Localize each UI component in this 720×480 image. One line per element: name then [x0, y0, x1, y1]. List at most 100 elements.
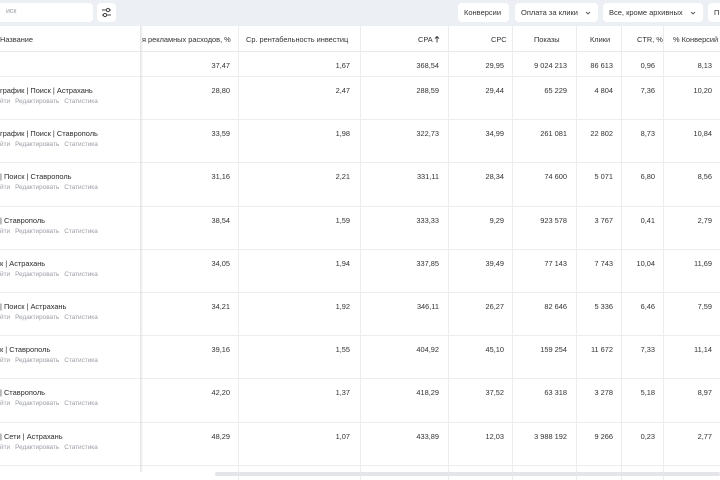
- column-header-avg-roi[interactable]: Ср. рентабельность инвестиц: [246, 35, 348, 44]
- table-row: график | Поиск | Астрахань йти Редактирова…: [0, 77, 720, 121]
- cell-ad-spend-share: 33,59: [211, 129, 231, 139]
- campaign-name-link[interactable]: | Ставрополь: [0, 216, 45, 225]
- status-filter-dropdown[interactable]: Все, кроме архивных: [603, 3, 703, 22]
- edit-link[interactable]: Редактировать: [15, 400, 59, 407]
- cell-impressions: 77 143: [544, 258, 567, 268]
- cell-clicks: 22 802: [590, 129, 613, 139]
- cell-ad-spend-share: 38,54: [211, 215, 231, 225]
- cell-avg-roi: 2,21: [335, 172, 350, 182]
- column-header-conversion-rate[interactable]: % Конверсий: [673, 35, 718, 44]
- row-actions: йти Редактировать Статистика: [0, 228, 103, 235]
- status-filter-label: Все, кроме архивных: [609, 8, 683, 17]
- campaign-name-link[interactable]: | Поиск | Астрахань: [0, 302, 66, 311]
- column-header-impressions[interactable]: Показы: [534, 35, 560, 44]
- column-header-cpc[interactable]: CPC: [491, 35, 507, 44]
- edit-link[interactable]: Редактировать: [15, 228, 59, 235]
- cell-avg-roi: 1,98: [335, 129, 350, 139]
- chevron-down-icon: [690, 11, 696, 15]
- campaign-name-link[interactable]: график | Поиск | Ставрополь: [0, 129, 98, 138]
- cell-avg-roi: 1,92: [335, 302, 350, 311]
- campaign-name-link[interactable]: график | Поиск | Астрахань: [0, 86, 93, 95]
- campaign-name-link[interactable]: к | Астрахань: [0, 259, 45, 268]
- column-header-cpa[interactable]: CPA: [418, 35, 440, 44]
- cell-avg-roi: 2,47: [335, 86, 350, 95]
- column-header-ctr[interactable]: CTR, %: [637, 35, 663, 44]
- cell-clicks: 86 613: [590, 61, 613, 70]
- cell-ad-spend-share: 34,21: [211, 302, 231, 311]
- column-header-name[interactable]: Название: [0, 35, 33, 44]
- horizontal-scrollbar[interactable]: [215, 472, 720, 476]
- cell-conversion-rate: 11,14: [694, 345, 712, 355]
- edit-link[interactable]: Редактировать: [15, 98, 59, 105]
- cell-cpc: 26,27: [485, 302, 505, 311]
- cell-cpa: 337,85: [416, 258, 439, 268]
- cell-clicks: 5 336: [594, 302, 614, 311]
- statistics-link[interactable]: Статистика: [64, 141, 98, 148]
- go-to-link[interactable]: йти: [0, 400, 10, 407]
- statistics-link[interactable]: Статистика: [64, 271, 98, 278]
- row-actions: йти Редактировать Статистика: [0, 314, 103, 321]
- cell-clicks: 9 266: [594, 431, 614, 441]
- cell-ad-spend-share: 31,16: [211, 172, 231, 182]
- campaign-name-link[interactable]: к | Ставрополь: [0, 345, 50, 354]
- search-input[interactable]: иск: [0, 3, 93, 22]
- cell-cpc: 29,44: [485, 86, 505, 95]
- go-to-link[interactable]: йти: [0, 444, 10, 451]
- cell-avg-roi: 1,94: [335, 258, 350, 268]
- cell-cpa: 322,73: [416, 129, 439, 139]
- filter-settings-button[interactable]: [97, 3, 116, 22]
- cell-avg-roi: 1,59: [335, 215, 350, 225]
- statistics-link[interactable]: Статистика: [64, 444, 98, 451]
- cell-ctr: 7,36: [640, 86, 655, 95]
- cell-clicks: 3 278: [594, 388, 614, 398]
- go-to-link[interactable]: йти: [0, 228, 10, 235]
- edit-link[interactable]: Редактировать: [15, 444, 59, 451]
- row-actions: йти Редактировать Статистика: [0, 271, 103, 278]
- column-header-ad-spend-share[interactable]: я рекламных расходов, %: [142, 35, 231, 44]
- cell-conversion-rate: 8,56: [697, 172, 712, 182]
- campaign-name-link[interactable]: | Ставрополь: [0, 388, 45, 397]
- cell-ad-spend-share: 39,16: [211, 345, 231, 355]
- campaign-name-link[interactable]: | Сети | Астрахань: [0, 432, 63, 441]
- campaign-name-link[interactable]: | Поиск | Ставрополь: [0, 172, 72, 181]
- payment-dropdown[interactable]: Оплата за клики: [515, 3, 598, 22]
- edit-link[interactable]: Редактировать: [15, 357, 59, 364]
- go-to-link[interactable]: йти: [0, 184, 10, 191]
- go-to-link[interactable]: йти: [0, 141, 10, 148]
- go-to-link[interactable]: йти: [0, 314, 10, 321]
- chevron-down-icon: [585, 11, 591, 15]
- go-to-link[interactable]: йти: [0, 98, 10, 105]
- cell-ctr: 8,73: [640, 129, 655, 139]
- conversions-button[interactable]: Конверсии: [458, 3, 509, 22]
- statistics-link[interactable]: Статистика: [64, 98, 98, 105]
- cell-ad-spend-share: 48,29: [211, 431, 231, 441]
- statistics-link[interactable]: Статистика: [64, 357, 98, 364]
- cell-cpc: 28,34: [485, 172, 505, 182]
- table-row: к | Ставрополь йти Редактировать Статистика…: [0, 336, 720, 380]
- cell-conversion-rate: 10,84: [693, 129, 713, 139]
- statistics-link[interactable]: Статистика: [64, 184, 98, 191]
- extra-dropdown[interactable]: П: [708, 3, 720, 22]
- cell-cpa: 288,59: [416, 86, 439, 95]
- cell-ctr: 0,23: [640, 431, 655, 441]
- cell-clicks: 4 804: [594, 86, 614, 95]
- go-to-link[interactable]: йти: [0, 357, 10, 364]
- edit-link[interactable]: Редактировать: [15, 314, 59, 321]
- cell-cpa: 418,29: [416, 388, 439, 398]
- cell-ctr: 6,80: [640, 172, 655, 182]
- go-to-link[interactable]: йти: [0, 271, 10, 278]
- cell-ctr: 0,96: [640, 61, 655, 70]
- cell-conversion-rate: 2,79: [697, 215, 712, 225]
- table-row: график | Поиск | Ставрополь йти Редактиров…: [0, 120, 720, 164]
- row-actions: йти Редактировать Статистика: [0, 400, 103, 407]
- cell-cpc: 34,99: [485, 129, 505, 139]
- statistics-link[interactable]: Статистика: [64, 314, 98, 321]
- statistics-link[interactable]: Статистика: [64, 400, 98, 407]
- edit-link[interactable]: Редактировать: [15, 271, 59, 278]
- row-actions: йти Редактировать Статистика: [0, 98, 103, 105]
- edit-link[interactable]: Редактировать: [15, 184, 59, 191]
- statistics-link[interactable]: Статистика: [64, 228, 98, 235]
- row-actions: йти Редактировать Статистика: [0, 444, 103, 451]
- edit-link[interactable]: Редактировать: [15, 141, 59, 148]
- column-header-clicks[interactable]: Клики: [590, 35, 610, 44]
